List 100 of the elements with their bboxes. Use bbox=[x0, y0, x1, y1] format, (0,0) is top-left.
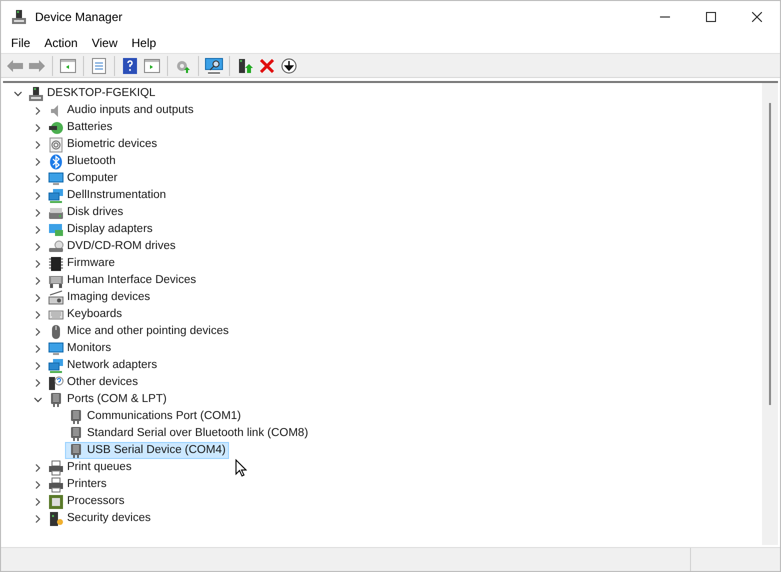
window-title: Device Manager bbox=[35, 8, 122, 26]
tree-item-label: Security devices bbox=[67, 511, 151, 526]
window-pane-icon bbox=[144, 58, 160, 72]
tree-item-label: Standard Serial over Bluetooth link (COM8) bbox=[87, 426, 308, 441]
expand-chevron-icon[interactable] bbox=[33, 462, 43, 472]
port-icon bbox=[68, 408, 84, 424]
tree-item[interactable]: Imaging devices bbox=[45, 289, 154, 306]
menu-item[interactable]: View bbox=[86, 34, 124, 52]
tree-item[interactable]: Computer bbox=[45, 170, 120, 187]
tree-item-label: Disk drives bbox=[67, 205, 124, 220]
expand-chevron-icon[interactable] bbox=[33, 276, 43, 286]
monitor-icon bbox=[48, 340, 64, 356]
expand-chevron-icon[interactable] bbox=[33, 106, 43, 116]
tree-item[interactable]: Printers bbox=[45, 476, 110, 493]
network-icon bbox=[48, 188, 64, 204]
menu-item[interactable]: Action bbox=[38, 34, 84, 52]
uninstall-x-icon bbox=[260, 58, 274, 72]
tree-item-label: Keyboards bbox=[67, 307, 122, 322]
port-icon bbox=[68, 426, 84, 442]
tree-item[interactable]: Other devices bbox=[45, 374, 141, 391]
tree-item[interactable]: Print queues bbox=[45, 459, 135, 476]
expand-chevron-icon[interactable] bbox=[33, 224, 43, 234]
tree-item[interactable]: Standard Serial over Bluetooth link (COM8) bbox=[65, 425, 312, 442]
tree-item-label: Display adapters bbox=[67, 222, 153, 237]
tree-item[interactable]: DellInstrumentation bbox=[45, 187, 170, 204]
optical-drive-icon bbox=[48, 238, 64, 254]
tree-item[interactable]: Biometric devices bbox=[45, 136, 160, 153]
tree-item[interactable]: Network adapters bbox=[45, 357, 160, 374]
tree-item-label: Ports (COM & LPT) bbox=[67, 392, 167, 407]
port-icon bbox=[48, 392, 64, 408]
tree-item-label: Network adapters bbox=[67, 358, 158, 373]
tree-item[interactable]: Communications Port (COM1) bbox=[65, 408, 244, 425]
tree-item-label: Processors bbox=[67, 494, 125, 509]
expand-chevron-icon[interactable] bbox=[33, 496, 43, 506]
expand-chevron-icon[interactable] bbox=[33, 174, 43, 184]
tree-item[interactable]: USB Serial Device (COM4) bbox=[65, 442, 229, 459]
network-icon bbox=[48, 358, 64, 374]
expand-chevron-icon[interactable] bbox=[33, 310, 43, 320]
chip-icon bbox=[48, 256, 64, 272]
security-device-icon bbox=[48, 510, 64, 526]
tree-item[interactable]: DVD/CD-ROM drives bbox=[45, 238, 179, 255]
tree-item[interactable]: Bluetooth bbox=[45, 153, 119, 170]
collapse-chevron-icon[interactable] bbox=[33, 394, 43, 404]
tree-item-label: Mice and other pointing devices bbox=[67, 324, 229, 339]
tree-item-label: DESKTOP-FGEKIQL bbox=[47, 86, 156, 101]
menu-item[interactable]: Help bbox=[126, 34, 162, 52]
tree-item[interactable]: Keyboards bbox=[45, 306, 125, 323]
tree-item-label: Printers bbox=[67, 477, 107, 492]
tree-item[interactable]: Human Interface Devices bbox=[45, 272, 200, 289]
expand-chevron-icon[interactable] bbox=[33, 480, 43, 490]
help-icon bbox=[122, 58, 138, 74]
expand-chevron-icon[interactable] bbox=[33, 378, 43, 388]
tree-item[interactable]: Ports (COM & LPT) bbox=[45, 391, 170, 408]
tree-item[interactable]: Processors bbox=[45, 493, 128, 510]
expand-chevron-icon[interactable] bbox=[33, 122, 43, 132]
tree-item-label: Communications Port (COM1) bbox=[87, 409, 242, 424]
tree-item-label: Print queues bbox=[67, 460, 132, 475]
close-icon bbox=[752, 12, 762, 22]
tree-item[interactable]: Mice and other pointing devices bbox=[45, 323, 232, 340]
window-pane-icon bbox=[60, 58, 76, 72]
display-adapter-icon bbox=[48, 222, 64, 238]
tree-item[interactable]: Batteries bbox=[45, 119, 116, 136]
processor-icon bbox=[48, 494, 64, 510]
tree-item-label: Biometric devices bbox=[67, 137, 158, 152]
expand-chevron-icon[interactable] bbox=[33, 156, 43, 166]
tree-item-label: DellInstrumentation bbox=[67, 188, 166, 203]
tree-item[interactable]: DESKTOP-FGEKIQL bbox=[25, 85, 158, 102]
tree-item[interactable]: Audio inputs and outputs bbox=[45, 102, 197, 119]
expand-chevron-icon[interactable] bbox=[33, 292, 43, 302]
tree-item-label: Other devices bbox=[67, 375, 138, 390]
tree-item[interactable]: Disk drives bbox=[45, 204, 126, 221]
tree-item[interactable]: Monitors bbox=[45, 340, 114, 357]
tree-item-label: Monitors bbox=[67, 341, 112, 356]
document-icon bbox=[92, 58, 106, 74]
tree-item[interactable]: Firmware bbox=[45, 255, 118, 272]
scrollbar[interactable] bbox=[762, 83, 778, 545]
computer-tower-icon bbox=[28, 86, 44, 102]
computer-tower-icon bbox=[11, 8, 27, 24]
right-arrow-icon bbox=[28, 58, 46, 72]
tree-item-label: Bluetooth bbox=[67, 154, 116, 169]
expand-chevron-icon[interactable] bbox=[33, 242, 43, 252]
unknown-device-icon bbox=[48, 374, 64, 390]
menu-item[interactable]: File bbox=[5, 34, 36, 52]
expand-chevron-icon[interactable] bbox=[33, 258, 43, 268]
expand-chevron-icon[interactable] bbox=[33, 140, 43, 150]
tree-item[interactable]: Security devices bbox=[45, 510, 154, 527]
tree-item-label: DVD/CD-ROM drives bbox=[67, 239, 176, 254]
mouse-pointer-icon bbox=[235, 459, 247, 477]
scrollbar-thumb[interactable] bbox=[769, 103, 771, 405]
expand-chevron-icon[interactable] bbox=[33, 514, 43, 524]
expand-chevron-icon[interactable] bbox=[33, 360, 43, 370]
expand-chevron-icon[interactable] bbox=[33, 344, 43, 354]
expand-chevron-icon[interactable] bbox=[33, 190, 43, 200]
expand-chevron-icon[interactable] bbox=[33, 326, 43, 336]
left-arrow-icon bbox=[6, 58, 24, 72]
expand-chevron-icon[interactable] bbox=[33, 208, 43, 218]
tree-item-label: Batteries bbox=[67, 120, 112, 135]
collapse-chevron-icon[interactable] bbox=[13, 88, 23, 98]
monitor-magnifier-icon bbox=[205, 58, 223, 74]
tree-item[interactable]: Display adapters bbox=[45, 221, 156, 238]
